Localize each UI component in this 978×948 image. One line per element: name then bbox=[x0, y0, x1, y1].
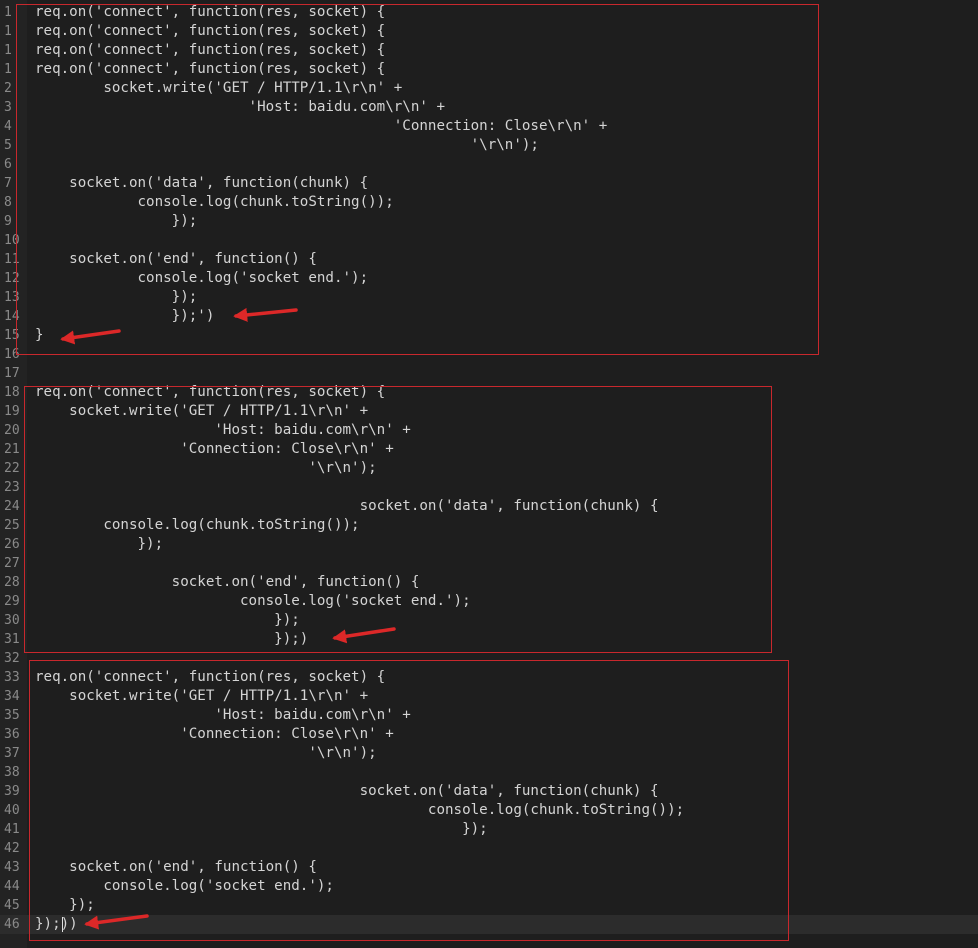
line-number: 33 bbox=[4, 670, 20, 685]
line-number: 43 bbox=[4, 860, 20, 875]
line-number: 32 bbox=[4, 651, 20, 666]
line-number: 40 bbox=[4, 803, 20, 818]
code-line[interactable]: 17 bbox=[0, 364, 978, 383]
line-number: 18 bbox=[4, 385, 20, 400]
line-number: 39 bbox=[4, 784, 20, 799]
line-number: 26 bbox=[4, 537, 20, 552]
line-number: 28 bbox=[4, 575, 20, 590]
line-number: 30 bbox=[4, 613, 20, 628]
line-number: 37 bbox=[4, 746, 20, 761]
line-number: 34 bbox=[4, 689, 20, 704]
line-number: 35 bbox=[4, 708, 20, 723]
line-number: 27 bbox=[4, 556, 20, 571]
line-number: 23 bbox=[4, 480, 20, 495]
annotation-box-1 bbox=[16, 4, 819, 355]
line-number: 24 bbox=[4, 499, 20, 514]
line-number: 44 bbox=[4, 879, 20, 894]
line-number: 45 bbox=[4, 898, 20, 913]
line-number: 41 bbox=[4, 822, 20, 837]
line-number: 20 bbox=[4, 423, 20, 438]
line-number: 38 bbox=[4, 765, 20, 780]
line-number: 46 bbox=[4, 917, 20, 932]
line-number: 19 bbox=[4, 404, 20, 419]
line-number: 22 bbox=[4, 461, 20, 476]
line-number: 25 bbox=[4, 518, 20, 533]
line-number: 31 bbox=[4, 632, 20, 647]
line-number: 36 bbox=[4, 727, 20, 742]
annotation-box-3 bbox=[29, 660, 789, 941]
line-number: 17 bbox=[4, 366, 20, 381]
line-number: 42 bbox=[4, 841, 20, 856]
code-editor[interactable]: 1 req.on('connect', function(res, socket)… bbox=[0, 0, 978, 948]
line-number: 21 bbox=[4, 442, 20, 457]
line-number: 29 bbox=[4, 594, 20, 609]
annotation-box-2 bbox=[24, 386, 772, 653]
